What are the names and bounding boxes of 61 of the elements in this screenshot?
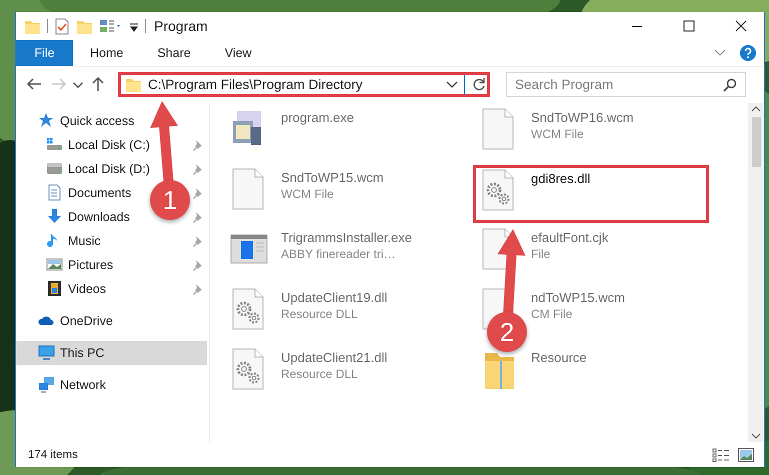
ribbon-tab[interactable]: Home — [73, 40, 140, 66]
file-item[interactable]: gdi8res.dll — [473, 164, 709, 223]
close-icon — [734, 19, 748, 33]
window-title: Program — [154, 18, 208, 34]
address-bar[interactable]: C:\Program Files\Program Directory — [118, 72, 490, 98]
file-name[interactable]: TrigrammsInstaller.exe — [281, 230, 412, 245]
file-type: File — [531, 246, 552, 261]
network-icon — [38, 376, 55, 394]
file-type: CM File — [531, 306, 574, 321]
file-name[interactable]: UpdateClient19.dll — [281, 290, 388, 305]
maximize-icon — [682, 19, 696, 33]
scroll-thumb[interactable] — [752, 116, 760, 167]
large-icons-view-icon[interactable] — [738, 448, 754, 462]
details-view-icon[interactable] — [712, 448, 730, 462]
caret-icon — [73, 82, 83, 88]
refresh-icon[interactable] — [471, 76, 487, 93]
sidebar-item[interactable]: Downloads — [16, 204, 132, 229]
file-name[interactable]: UpdateClient21.dll — [281, 350, 388, 365]
film-icon — [46, 280, 63, 298]
file-name[interactable]: efaultFont.cjk — [531, 230, 608, 245]
caret-icon[interactable] — [446, 80, 458, 89]
document-icon — [46, 184, 63, 202]
monitor-icon — [38, 344, 55, 362]
file-name[interactable]: SndToWP16.wcm — [531, 110, 634, 125]
file-type: ABBY finereader tri… — [281, 246, 396, 261]
address-path: C:\Program Files\Program Directory — [148, 77, 364, 92]
picture-icon — [46, 256, 63, 274]
folder-icon — [125, 76, 142, 94]
help-icon[interactable] — [740, 44, 756, 61]
file-type: Resource DLL — [281, 306, 359, 321]
search-field[interactable]: Search Program — [506, 72, 746, 98]
sidebar-item[interactable]: Pictures — [16, 252, 116, 277]
sidebar-item[interactable]: Quick access — [16, 108, 136, 133]
chevron-icon[interactable] — [714, 48, 726, 57]
sidebar-item[interactable]: Documents — [16, 180, 134, 205]
file-name[interactable]: SndToWP15.wcm — [281, 170, 384, 185]
star-icon — [38, 112, 55, 130]
file-name[interactable]: ndToWP15.wcm — [531, 290, 625, 305]
checklist-icon[interactable] — [54, 18, 70, 34]
up-arrow-icon — [90, 76, 106, 94]
sidebar-item[interactable]: Videos — [16, 276, 108, 301]
search-icon[interactable] — [723, 78, 737, 92]
file-name[interactable]: gdi8res.dll — [531, 170, 590, 186]
sidebar-item[interactable]: Local Disk (C:) — [16, 132, 152, 157]
sidebar-item[interactable]: Music — [16, 228, 103, 253]
file-type: WCM File — [531, 126, 585, 141]
sidebar-item[interactable]: Network — [16, 372, 108, 397]
ribbon-tab[interactable]: View — [208, 40, 269, 66]
file-type: Resource DLL — [281, 366, 359, 381]
file-name[interactable]: program.exe — [281, 110, 354, 125]
sidebar-item[interactable]: Local Disk (D:) — [16, 156, 152, 181]
scrollbar[interactable] — [748, 102, 764, 442]
sidebar-item[interactable]: OneDrive — [16, 308, 115, 333]
item-count: 174 items — [28, 448, 78, 461]
download-icon — [46, 208, 63, 226]
layout-icon[interactable] — [99, 18, 123, 34]
file-type: WCM File — [281, 186, 335, 201]
file-menu-button[interactable]: File — [16, 40, 73, 66]
ribbon-tab[interactable]: Share — [140, 40, 208, 66]
sidebar-item[interactable]: This PC — [16, 340, 207, 365]
file-name[interactable]: Resource — [531, 350, 587, 365]
